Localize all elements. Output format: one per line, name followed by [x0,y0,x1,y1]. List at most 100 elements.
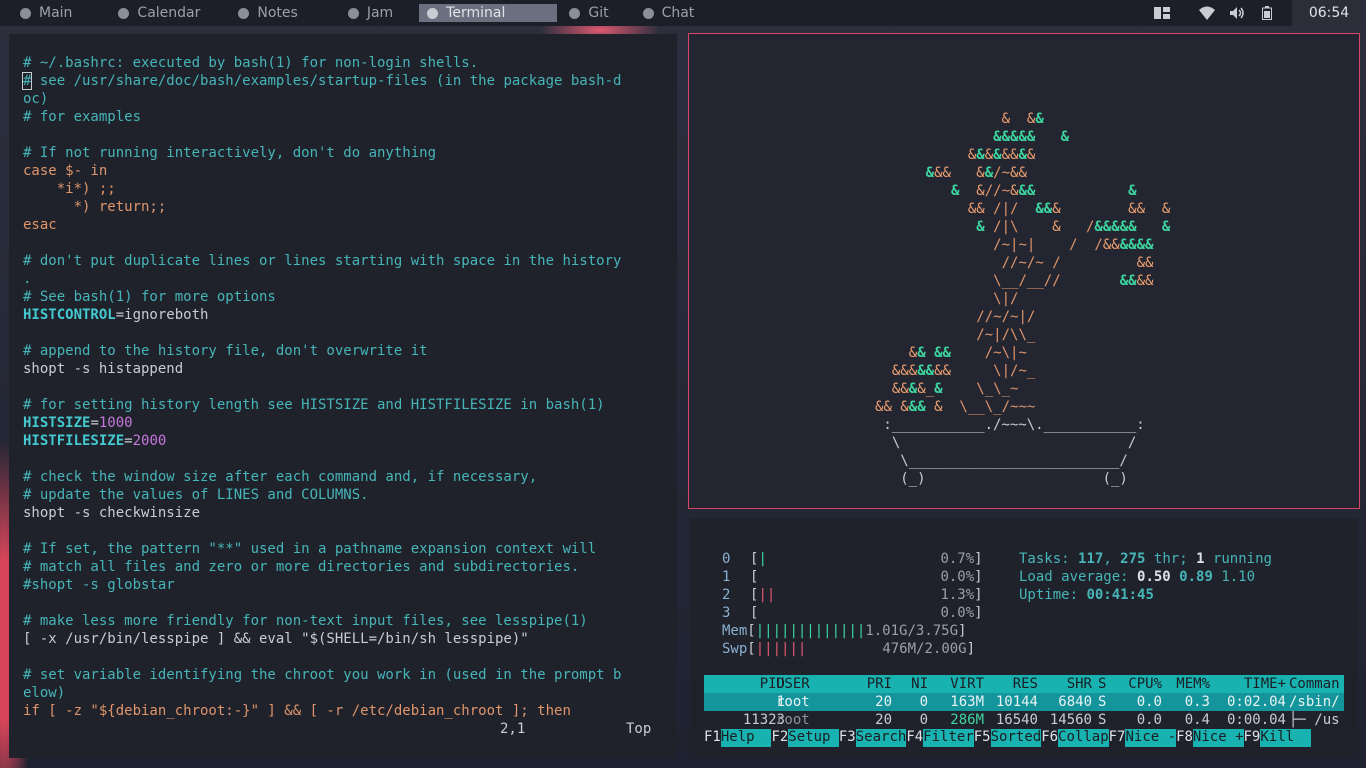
layout-icon[interactable] [1154,6,1170,20]
vim-line [23,594,671,612]
fkey-f6[interactable]: F6 Collap [1041,729,1108,747]
fkey-f9[interactable]: F9 Kill [1244,729,1311,747]
fkey-number: F8 [1176,729,1193,747]
process-table-header[interactable]: PID USER PRI NI VIRT RES SHR S CPU% MEM% TIME+ Comm… [704,675,1344,693]
vim-line: # append to the history file, don't over… [23,342,671,360]
fkey-label: Kill [1260,729,1311,747]
table-cell: S [1098,693,1110,711]
table-cell: 20 [854,711,892,729]
vim-line [23,234,671,252]
column-header[interactable]: TIME+ [1218,675,1286,693]
column-header[interactable]: NI [902,675,928,693]
column-header[interactable]: S [1098,675,1110,693]
workspace-label: Git [588,5,608,21]
workspace-dot-icon [427,8,438,19]
workspace-notes[interactable]: Notes [230,4,335,22]
vim-line: *) return;; [23,198,671,216]
vim-line: #shopt -s globstar [23,576,671,594]
table-cell: S [1098,711,1110,729]
bonsai-line: /~|/\\_ [875,326,1170,344]
column-header[interactable]: CPU% [1116,675,1162,693]
bonsai-line: :___________./~~~\.___________: [875,416,1170,434]
bonsai-line: & &//~&&& & [875,182,1170,200]
fkey-label: Help [721,729,772,747]
cpu-id: 3 [722,604,750,622]
bonsai-terminal-pane[interactable]: & && &&&&& & &&&&&&&& &&& &&/~&& & &//~&… [688,33,1360,509]
workspace-dot-icon [643,8,654,19]
top-bar: Main Calendar Notes Jam Terminal Git Chat 06:5… [0,0,1366,26]
workspace-jam[interactable]: Jam [340,4,415,22]
workspace-dot-icon [20,8,31,19]
cpu-percent: 0.0% [940,605,974,621]
fkey-label: Nice + [1193,729,1244,747]
table-row[interactable]: 11323 root 20 0 286M 16540 14560 S 0.0 0.4 0:00.04… [704,711,1344,729]
table-row[interactable]: 1 root 20 0 163M 10144 6840 S 0.0 0.3 0:02.04/sbin… [704,693,1344,711]
bonsai-line: &&&&&&&& [875,146,1170,164]
workspace-chat[interactable]: Chat [635,4,707,22]
column-header[interactable]: SHR [1048,675,1092,693]
fkey-f1[interactable]: F1 Help [704,729,771,747]
bonsai-line: &&&&_& \_\_~ [875,380,1170,398]
battery-icon[interactable] [1259,6,1275,20]
vim-line: HISTCONTROL=ignoreboth [23,306,671,324]
cpu-meter: 1[0.0%] [722,568,983,586]
cpu-meter: 2 [|| 1.3%] [722,586,983,604]
volume-icon[interactable] [1229,6,1245,20]
cpu-meter: 3[0.0%] [722,604,983,622]
vim-line: case $- in [23,162,671,180]
fkey-f8[interactable]: F8 Nice + [1176,729,1243,747]
table-cell: /sbin/ [1289,693,1349,711]
workspace-dot-icon [569,8,580,19]
scroll-position: Top [626,720,651,738]
column-header[interactable]: VIRT [944,675,984,693]
htop-pane[interactable]: 0 [| 0.7%] 1[0.0%] 2 [|| 1.3%] 3[0.0%] Mem[||||… [690,518,1358,758]
table-cell: 0 [902,711,928,729]
swap-meter: Swp[|||||| 476M/2.00G] [722,640,975,658]
vim-line [23,378,671,396]
workspace-main[interactable]: Main [12,4,106,22]
vim-line: # ~/.bashrc: executed by bash(1) for non… [23,54,671,72]
workspace-git[interactable]: Git [561,4,630,22]
vim-line: # If not running interactively, don't do… [23,144,671,162]
bonsai-line: & /|\ & /&&&&& & [875,218,1170,236]
vim-line: # See bash(1) for more options [23,288,671,306]
vim-line: # match all files and zero or more direc… [23,558,671,576]
table-cell: 10144 [994,693,1038,711]
fkey-f4[interactable]: F4 Filter [906,729,973,747]
column-header[interactable]: MEM% [1166,675,1210,693]
fkey-f3[interactable]: F3 Search [839,729,906,747]
workspace-terminal[interactable]: Terminal [419,4,557,22]
vim-buffer[interactable]: # ~/.bashrc: executed by bash(1) for non… [23,54,671,720]
table-cell: 16540 [994,711,1038,729]
tasks-summary: Tasks: 117, 275 thr; 1 running [1019,550,1272,568]
vim-editor-pane[interactable]: # ~/.bashrc: executed by bash(1) for non… [9,34,677,758]
column-header[interactable]: Comman [1289,675,1349,693]
table-cell: 20 [854,693,892,711]
table-cell: 0:02.04 [1218,693,1286,711]
bonsai-line: \|/ [875,290,1170,308]
fkey-label: Nice - [1125,729,1176,747]
workspace-label: Terminal [446,5,505,21]
vim-line: # see /usr/share/doc/bash/examples/start… [23,72,671,90]
fkey-f2[interactable]: F2 Setup [771,729,838,747]
workspace-label: Chat [662,5,695,21]
workspace-label: Calendar [137,5,200,21]
fkey-number: F7 [1109,729,1126,747]
fkey-label: Setup [788,729,839,747]
table-cell: 163M [944,693,984,711]
bonsai-line: &&&&&&& \|/~_ [875,362,1170,380]
fkey-f5[interactable]: F5 Sorted [974,729,1041,747]
column-header[interactable]: USER [776,675,836,693]
column-header[interactable]: RES [994,675,1038,693]
table-cell: 0.3 [1166,693,1210,711]
vim-line: shopt -s checkwinsize [23,504,671,522]
table-cell: 0:00.04 [1218,711,1286,729]
mem-meter: Mem[|||||||||||||1.01G/3.75G] [722,622,966,640]
wifi-icon[interactable] [1199,6,1215,20]
workspace-calendar[interactable]: Calendar [110,4,226,22]
bonsai-line: //~/~ / && [875,254,1170,272]
column-header[interactable]: PRI [854,675,892,693]
fkey-f7[interactable]: F7 Nice - [1109,729,1176,747]
workspace-list: Main Calendar Notes Jam Terminal Git Chat [0,4,706,22]
clock[interactable]: 06:54 [1292,0,1366,26]
